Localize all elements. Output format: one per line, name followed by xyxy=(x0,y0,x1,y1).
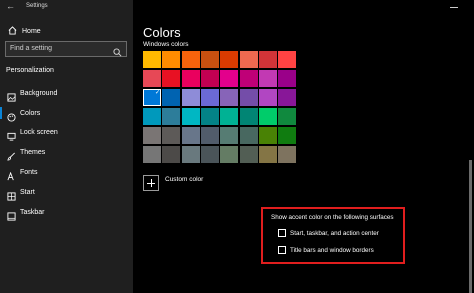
color-swatch[interactable] xyxy=(200,146,219,163)
checkmark-icon: ✓ xyxy=(154,90,160,96)
section-title: Personalization xyxy=(6,67,54,74)
color-swatch[interactable] xyxy=(239,89,258,106)
color-swatch[interactable] xyxy=(258,108,277,125)
color-swatch[interactable] xyxy=(220,89,239,106)
color-swatch[interactable] xyxy=(162,127,181,144)
home-nav-item[interactable]: Home xyxy=(7,25,41,37)
accent-surfaces-title: Show accent color on the following surfa… xyxy=(271,214,394,221)
color-swatch[interactable] xyxy=(220,146,239,163)
accent-option-start-taskbar[interactable]: Start, taskbar, and action center xyxy=(278,229,379,237)
color-swatch[interactable] xyxy=(181,70,200,87)
sidebar-item-label: Themes xyxy=(20,148,46,156)
color-swatch[interactable] xyxy=(200,51,219,68)
color-swatch[interactable] xyxy=(162,51,181,68)
color-swatch[interactable] xyxy=(258,127,277,144)
color-swatch[interactable] xyxy=(162,89,181,106)
color-swatch[interactable] xyxy=(200,127,219,144)
color-swatch[interactable] xyxy=(220,70,239,87)
color-swatch[interactable] xyxy=(181,51,200,68)
font-icon xyxy=(7,168,15,181)
sidebar-item-label: Fonts xyxy=(20,168,38,176)
sidebar-item-start[interactable]: Start xyxy=(0,183,133,201)
accent-option-title-bars[interactable]: Title bars and window borders xyxy=(278,246,374,254)
color-swatch[interactable] xyxy=(143,146,161,163)
accent-surfaces-highlight: Show accent color on the following surfa… xyxy=(261,207,405,264)
color-swatch[interactable] xyxy=(239,51,258,68)
color-swatch[interactable] xyxy=(200,89,219,106)
search-input[interactable]: Find a setting xyxy=(5,41,127,57)
sidebar-item-lock-screen[interactable]: Lock screen xyxy=(0,123,133,141)
sidebar-item-themes[interactable]: Themes xyxy=(0,143,133,161)
color-swatch[interactable] xyxy=(181,108,200,125)
sidebar-item-label: Start xyxy=(20,188,35,196)
color-swatch[interactable] xyxy=(181,146,200,163)
color-swatch[interactable] xyxy=(258,146,277,163)
sidebar-item-label: Lock screen xyxy=(20,128,58,136)
page-title: Colors xyxy=(143,25,181,40)
color-swatch[interactable] xyxy=(200,108,219,125)
color-swatch[interactable] xyxy=(239,70,258,87)
color-swatch[interactable] xyxy=(143,108,161,125)
color-swatch[interactable]: ✓ xyxy=(143,89,161,106)
color-swatch[interactable] xyxy=(278,127,297,144)
sidebar: ← Settings Home Find a setting Personali… xyxy=(0,0,133,293)
search-icon[interactable] xyxy=(113,44,122,57)
home-label: Home xyxy=(22,27,41,35)
main-content: Colors Windows colors ✓ Custom color Sho… xyxy=(133,0,474,293)
sidebar-item-label: Taskbar xyxy=(20,208,45,216)
title-bars-label: Title bars and window borders xyxy=(290,246,374,254)
color-swatch[interactable] xyxy=(278,108,297,125)
color-swatch[interactable] xyxy=(162,146,181,163)
taskbar-icon xyxy=(7,208,16,221)
start-taskbar-label: Start, taskbar, and action center xyxy=(290,229,379,237)
custom-color-button[interactable]: Custom color xyxy=(143,175,203,191)
back-arrow-icon[interactable]: ← xyxy=(6,1,15,11)
color-swatch[interactable] xyxy=(181,89,200,106)
color-swatch[interactable] xyxy=(143,51,161,68)
monitor-icon xyxy=(7,128,16,141)
start-grid-icon xyxy=(7,188,16,201)
color-swatch[interactable] xyxy=(239,127,258,144)
color-swatch[interactable] xyxy=(278,51,297,68)
color-swatch[interactable] xyxy=(239,146,258,163)
windows-colors-heading: Windows colors xyxy=(143,41,189,48)
color-swatch[interactable] xyxy=(278,146,297,163)
image-icon xyxy=(7,89,16,102)
color-swatch[interactable] xyxy=(143,127,161,144)
color-swatch[interactable] xyxy=(258,51,277,68)
color-swatch[interactable] xyxy=(278,89,297,106)
color-swatch[interactable] xyxy=(220,51,239,68)
scrollbar[interactable] xyxy=(469,160,472,293)
window-title: Settings xyxy=(26,3,48,9)
color-swatch[interactable] xyxy=(200,70,219,87)
title-bar: ← Settings xyxy=(0,0,133,14)
color-swatch[interactable] xyxy=(258,89,277,106)
color-swatch[interactable] xyxy=(278,70,297,87)
color-swatch[interactable] xyxy=(181,127,200,144)
minimize-button[interactable] xyxy=(445,0,463,14)
start-taskbar-checkbox[interactable] xyxy=(278,229,286,237)
sidebar-item-fonts[interactable]: Fonts xyxy=(0,163,133,181)
color-swatch[interactable] xyxy=(220,127,239,144)
color-swatch[interactable] xyxy=(162,70,181,87)
color-swatch[interactable] xyxy=(143,70,161,87)
search-placeholder: Find a setting xyxy=(10,45,53,52)
color-swatch[interactable] xyxy=(220,108,239,125)
sidebar-item-colors[interactable]: Colors xyxy=(0,104,133,122)
title-bars-checkbox[interactable] xyxy=(278,246,286,254)
color-swatch[interactable] xyxy=(258,70,277,87)
brush-icon xyxy=(7,148,15,161)
sidebar-item-background[interactable]: Background xyxy=(0,84,133,102)
custom-color-label: Custom color xyxy=(165,175,204,183)
palette-icon xyxy=(7,109,16,122)
color-swatch[interactable] xyxy=(162,108,181,125)
home-icon xyxy=(7,25,17,37)
sidebar-item-label: Colors xyxy=(20,109,41,117)
sidebar-item-label: Background xyxy=(20,89,58,97)
color-swatch[interactable] xyxy=(239,108,258,125)
sidebar-item-taskbar[interactable]: Taskbar xyxy=(0,203,133,221)
plus-icon xyxy=(143,175,159,191)
